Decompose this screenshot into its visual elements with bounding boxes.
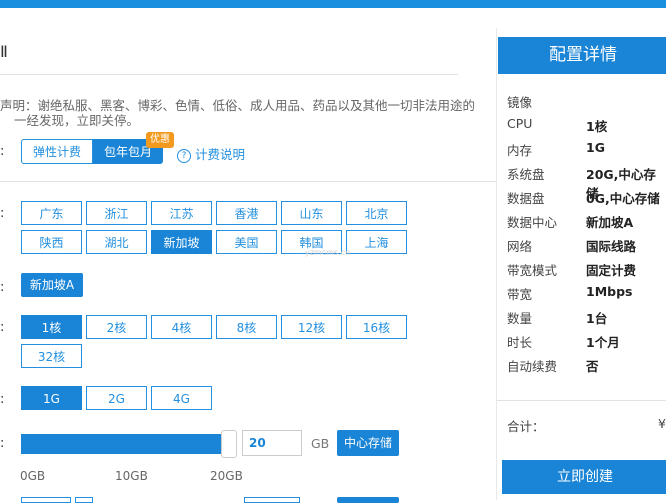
spec-value: 1G bbox=[586, 140, 605, 155]
cpu-option[interactable]: 1核 bbox=[21, 315, 82, 339]
spec-value: 国际线路 bbox=[586, 239, 637, 254]
region-option[interactable]: 浙江 bbox=[86, 201, 147, 225]
next-row-option[interactable] bbox=[21, 497, 71, 503]
cpu-label: : bbox=[0, 320, 5, 335]
watermark: yzmcms.cn bbox=[305, 248, 351, 257]
discount-badge: 优惠 bbox=[146, 132, 174, 148]
spec-value: 1Mbps bbox=[586, 284, 633, 299]
total-value: ¥ bbox=[658, 416, 666, 431]
memory-label: : bbox=[0, 392, 5, 407]
billing-help-label: 计费说明 bbox=[195, 147, 246, 162]
region-option[interactable]: 上海 bbox=[346, 230, 407, 254]
panel-title: 配置详情 bbox=[498, 37, 666, 74]
notice-line-2: 一经发现，立即关停。 bbox=[14, 113, 140, 128]
next-row-button[interactable] bbox=[337, 497, 399, 503]
memory-option[interactable]: 2G bbox=[86, 386, 147, 410]
billing-option-elastic[interactable]: 弹性计费 bbox=[21, 139, 93, 164]
billing-help-link[interactable]: ? 计费说明 bbox=[177, 144, 245, 163]
spec-key: 网络 bbox=[507, 239, 533, 254]
top-bar bbox=[0, 0, 666, 8]
spec-key: 数据中心 bbox=[507, 215, 558, 230]
spec-value: 1台 bbox=[586, 311, 608, 326]
region-label: : bbox=[0, 206, 5, 221]
disk-type-button[interactable]: 中心存储 bbox=[337, 430, 399, 456]
spec-value: 1核 bbox=[586, 119, 608, 134]
section-title: Ⅱ bbox=[0, 42, 8, 61]
spec-key: 自动续费 bbox=[507, 359, 558, 374]
spec-key: 镜像 bbox=[507, 95, 533, 110]
region-option[interactable]: 新加坡 bbox=[151, 230, 212, 254]
region-option[interactable]: 湖北 bbox=[86, 230, 147, 254]
spec-key: 内存 bbox=[507, 143, 533, 158]
cpu-option[interactable]: 4核 bbox=[151, 315, 212, 339]
region-option[interactable]: 香港 bbox=[216, 201, 277, 225]
cpu-option[interactable]: 12核 bbox=[281, 315, 342, 339]
spec-key: CPU bbox=[507, 116, 533, 131]
disk-unit: GB bbox=[311, 436, 330, 451]
cpu-option[interactable]: 16核 bbox=[346, 315, 407, 339]
total-label: 合计： bbox=[507, 419, 545, 434]
spec-value: 1个月 bbox=[586, 335, 620, 350]
memory-option[interactable]: 4G bbox=[151, 386, 212, 410]
region-option[interactable]: 广东 bbox=[21, 201, 82, 225]
cpu-option[interactable]: 2核 bbox=[86, 315, 147, 339]
divider bbox=[0, 181, 496, 182]
disk-tick-10: 10GB bbox=[115, 469, 148, 483]
region-option[interactable]: 江苏 bbox=[151, 201, 212, 225]
spec-value: 固定计费 bbox=[586, 263, 637, 278]
spec-key: 带宽模式 bbox=[507, 263, 558, 278]
region-option[interactable]: 北京 bbox=[346, 201, 407, 225]
cpu-option[interactable]: 32核 bbox=[21, 344, 82, 368]
spec-value: 否 bbox=[586, 359, 599, 374]
next-row-option[interactable] bbox=[75, 497, 93, 503]
spec-value: 新加坡A bbox=[586, 215, 634, 230]
spec-value: 0G,中心存储 bbox=[586, 191, 660, 206]
region-option[interactable]: 山东 bbox=[281, 201, 342, 225]
disk-tick-0: 0GB bbox=[20, 469, 46, 483]
datacenter-option[interactable]: 新加坡A bbox=[21, 273, 83, 297]
memory-option[interactable]: 1G bbox=[21, 386, 82, 410]
panel-divider bbox=[497, 400, 666, 401]
region-option[interactable]: 美国 bbox=[216, 230, 277, 254]
spec-key: 时长 bbox=[507, 335, 533, 350]
question-icon: ? bbox=[177, 149, 191, 163]
spec-key: 数据盘 bbox=[507, 191, 545, 206]
region-option[interactable]: 陕西 bbox=[21, 230, 82, 254]
spec-key: 带宽 bbox=[507, 287, 533, 302]
disk-tick-20: 20GB bbox=[210, 469, 243, 483]
cpu-option[interactable]: 8核 bbox=[216, 315, 277, 339]
create-now-button[interactable]: 立即创建 bbox=[502, 460, 666, 494]
divider bbox=[0, 74, 458, 75]
disk-label: : bbox=[0, 436, 5, 451]
disk-slider-handle[interactable] bbox=[221, 430, 237, 458]
spec-key: 系统盘 bbox=[507, 167, 545, 182]
disk-slider-fill bbox=[21, 434, 230, 454]
datacenter-label: : bbox=[0, 280, 5, 295]
disk-size-input[interactable]: 20 bbox=[242, 430, 302, 456]
billing-label: : bbox=[0, 144, 5, 159]
spec-key: 数量 bbox=[507, 311, 533, 326]
next-row-option[interactable] bbox=[244, 497, 300, 503]
